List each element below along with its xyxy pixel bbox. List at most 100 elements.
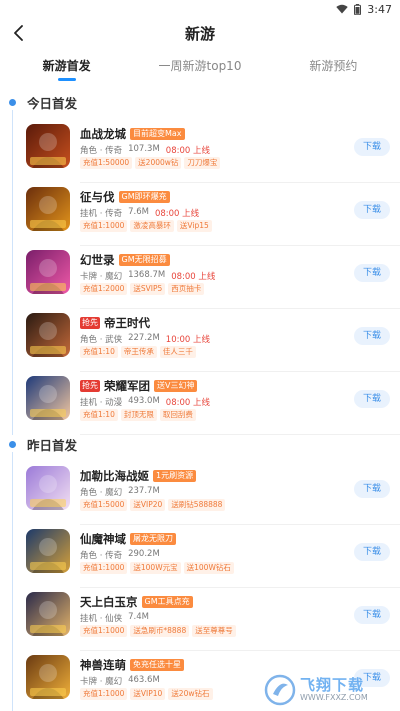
game-item[interactable]: 征与伐 GM即环爆充 挂机 · 传奇 7.6M 08:00 上线 充值1:1000 激凌高暴… (0, 183, 400, 246)
game-category: 角色 · 魔幻 (80, 488, 123, 498)
game-size: 227.2M (128, 333, 160, 343)
timeline-dot (9, 441, 16, 448)
status-time: 3:47 (367, 2, 392, 16)
tab-reservation[interactable]: 新游预约 (267, 50, 400, 84)
download-button[interactable]: 下载 (354, 543, 390, 561)
promo-badge: GM工具点充 (141, 596, 193, 608)
download-button[interactable]: 下载 (354, 327, 390, 345)
download-button[interactable]: 下载 (354, 390, 390, 408)
game-tag: 充值1:50000 (80, 157, 133, 169)
watermark-name: 飞翔下载 (300, 676, 365, 694)
promo-badge: GM即环爆充 (118, 191, 170, 203)
watermark-url: WWW.FXXZ.COM (300, 693, 368, 702)
game-tags: 充值1:1000 送VIP10 送20w钻石 (80, 688, 213, 700)
game-tags: 充值1:10 帝王传承 佳人三千 (80, 346, 196, 358)
game-art-icon (26, 376, 70, 420)
tab-new-release[interactable]: 新游首发 (0, 50, 133, 84)
game-name[interactable]: 仙魔神域 (80, 531, 126, 547)
battery-icon (354, 3, 362, 15)
game-icon[interactable] (26, 529, 70, 573)
game-title-row: 抢先 帝王时代 (80, 315, 150, 331)
game-item[interactable]: 抢先 帝王时代 角色 · 武侠 227.2M 10:00 上线 充值1:10 帝王传承 佳人三… (0, 309, 400, 372)
wifi-icon (336, 4, 348, 14)
game-size: 7.4M (128, 612, 149, 622)
game-title-row: 天上白玉京 GM工具点充 (80, 594, 193, 610)
game-tag: 送刷钻588888 (168, 499, 226, 511)
download-button[interactable]: 下载 (354, 264, 390, 282)
early-access-badge: 抢先 (80, 317, 100, 329)
game-art-icon (26, 313, 70, 357)
section-2: 昨日首发加勒比海战姬 1元刷资源 角色 · 魔幻 237.7M 充值1:5000 送VIP… (0, 426, 400, 711)
promo-badge: GM无限招募 (118, 254, 170, 266)
game-title-row: 幻世录 GM无限招募 (80, 252, 170, 268)
section-title-text: 昨日首发 (27, 437, 78, 453)
game-art-icon (26, 250, 70, 294)
game-tags: 充值1:5000 送VIP20 送刷钻588888 (80, 499, 226, 511)
game-icon[interactable] (26, 376, 70, 420)
game-tag: 送2000w钻 (135, 157, 182, 169)
game-icon[interactable] (26, 655, 70, 699)
game-icon[interactable] (26, 187, 70, 231)
game-art-icon (26, 466, 70, 510)
download-button[interactable]: 下载 (354, 480, 390, 498)
game-category: 卡牌 · 魔幻 (80, 272, 123, 282)
download-button[interactable]: 下载 (354, 201, 390, 219)
game-tag: 充值1:1000 (80, 220, 128, 232)
section-1: 今日首发血战龙城 目前超变Max 角色 · 传奇 107.3M 08:00 上线 充值1:… (0, 84, 400, 435)
game-icon[interactable] (26, 592, 70, 636)
download-button[interactable]: 下载 (354, 606, 390, 624)
game-category: 角色 · 武侠 (80, 335, 123, 345)
game-item[interactable]: 仙魔神域 屠龙无限刀 角色 · 传奇 290.2M 充值1:1000 送100W元宝 送10… (0, 525, 400, 588)
game-item[interactable]: 血战龙城 目前超变Max 角色 · 传奇 107.3M 08:00 上线 充值1:5000… (0, 120, 400, 183)
game-item[interactable]: 天上白玉京 GM工具点充 挂机 · 仙侠 7.4M 充值1:1000 送急刷币*8888 送… (0, 588, 400, 651)
promo-badge: 目前超变Max (130, 128, 185, 140)
game-icon[interactable] (26, 466, 70, 510)
game-name[interactable]: 荣耀军团 (104, 378, 150, 394)
game-tags: 充值1:1000 送100W元宝 送100W钻石 (80, 562, 234, 574)
game-tags: 充值1:1000 激凌高暴环 送Vip15 (80, 220, 212, 232)
game-name[interactable]: 幻世录 (80, 252, 115, 268)
game-category: 角色 · 传奇 (80, 551, 123, 561)
download-button[interactable]: 下载 (354, 138, 390, 156)
game-name[interactable]: 帝王时代 (104, 315, 150, 331)
game-meta: 挂机 · 传奇 7.6M 08:00 上线 (80, 207, 199, 219)
tab-bar: 新游首发 一周新游top10 新游预约 (0, 50, 400, 84)
game-icon[interactable] (26, 313, 70, 357)
game-tag: 帝王传承 (120, 346, 157, 358)
game-tag: 送至尊尊号 (192, 625, 236, 637)
game-meta: 挂机 · 仙侠 7.4M (80, 612, 149, 624)
game-name[interactable]: 加勒比海战姬 (80, 468, 149, 484)
game-name[interactable]: 神兽连萌 (80, 657, 126, 673)
game-tags: 充值1:2000 送SVIP5 西页抽卡 (80, 283, 205, 295)
game-tag: 送20w钻石 (168, 688, 213, 700)
game-tag: 送SVIP5 (130, 283, 166, 295)
game-list: 今日首发 血战龙城 目前超变Max 角色 · 传奇 107.3M 08:00 上线 充值1:… (0, 84, 400, 711)
watermark: 飞翔下载 WWW.FXXZ.COM (264, 673, 396, 707)
game-tag: 充值1:1000 (80, 625, 128, 637)
game-size: 107.3M (128, 144, 160, 154)
game-icon[interactable] (26, 250, 70, 294)
game-size: 463.6M (128, 675, 160, 685)
game-art-icon (26, 124, 70, 168)
launch-time: 08:00 上线 (154, 209, 200, 219)
game-item[interactable]: 幻世录 GM无限招募 卡牌 · 魔幻 1368.7M 08:00 上线 充值1:2000 送… (0, 246, 400, 309)
back-button[interactable] (6, 20, 32, 46)
game-art-icon (26, 187, 70, 231)
tab-weekly-top10[interactable]: 一周新游top10 (133, 50, 266, 84)
game-tag: 激凌高暴环 (130, 220, 174, 232)
game-icon[interactable] (26, 124, 70, 168)
game-size: 7.6M (128, 207, 149, 217)
game-tag: 送VIP20 (130, 499, 166, 511)
game-art-icon (26, 529, 70, 573)
game-tag: 充值1:1000 (80, 562, 128, 574)
game-name[interactable]: 血战龙城 (80, 126, 126, 142)
game-meta: 角色 · 武侠 227.2M 10:00 上线 (80, 333, 210, 345)
section-title-text: 今日首发 (27, 95, 78, 111)
game-tag: 封顶无限 (120, 409, 157, 421)
game-tags: 充值1:10 封顶无限 取回刮费 (80, 409, 196, 421)
game-item[interactable]: 加勒比海战姬 1元刷资源 角色 · 魔幻 237.7M 充值1:5000 送VIP20 送刷… (0, 462, 400, 525)
game-name[interactable]: 征与伐 (80, 189, 115, 205)
game-meta: 角色 · 传奇 290.2M (80, 549, 160, 561)
header: 新游 (0, 18, 400, 48)
game-name[interactable]: 天上白玉京 (80, 594, 138, 610)
